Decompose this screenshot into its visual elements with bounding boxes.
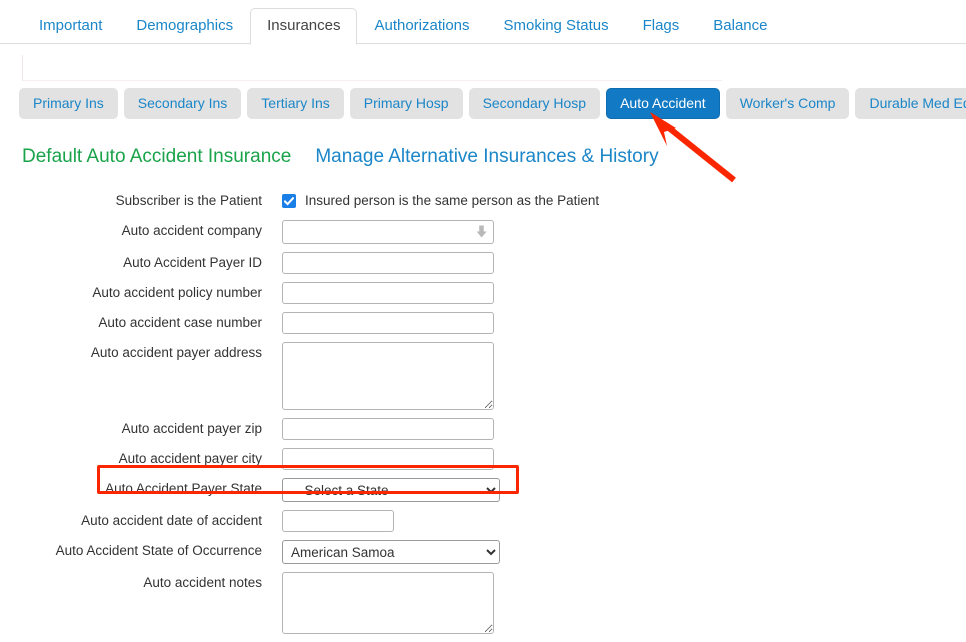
tab-authorizations[interactable]: Authorizations [357, 8, 486, 44]
row-subscriber-is-patient: Subscriber is the Patient Insured person… [0, 190, 966, 212]
manage-alternative-insurances-link[interactable]: Manage Alternative Insurances & History [315, 146, 658, 168]
tab-smoking-status[interactable]: Smoking Status [487, 8, 626, 44]
label-auto-accident-payer-id: Auto Accident Payer ID [123, 255, 262, 270]
subtab-tertiary-ins[interactable]: Tertiary Ins [247, 88, 344, 119]
row-auto-accident-date-of-accident: Auto accident date of accident [0, 510, 966, 532]
auto-accident-notes-textarea[interactable] [282, 572, 494, 634]
label-auto-accident-date-of-accident: Auto accident date of accident [81, 513, 262, 528]
row-auto-accident-company: Auto accident company [0, 220, 966, 244]
control-auto-accident-payer-zip [282, 418, 494, 440]
page-title: Default Auto Accident Insurance [22, 146, 292, 167]
control-auto-accident-notes [282, 572, 494, 634]
auto-accident-company-input[interactable] [282, 220, 494, 244]
row-auto-accident-payer-id: Auto Accident Payer ID [0, 252, 966, 274]
label-auto-accident-notes: Auto accident notes [143, 575, 262, 590]
subscriber-is-patient-checkbox[interactable] [282, 194, 296, 208]
label-auto-accident-case-number: Auto accident case number [98, 315, 262, 330]
row-auto-accident-payer-address: Auto accident payer address [0, 342, 966, 410]
label-auto-accident-payer-zip: Auto accident payer zip [121, 421, 262, 436]
label-auto-accident-policy-number: Auto accident policy number [92, 285, 262, 300]
subtab-workers-comp[interactable]: Worker's Comp [725, 88, 850, 119]
label-subscriber-is-patient: Subscriber is the Patient [115, 193, 262, 208]
insurance-subtab-bar: Primary Ins Secondary Ins Tertiary Ins P… [19, 88, 966, 119]
tab-important[interactable]: Important [22, 8, 119, 44]
control-auto-accident-company [282, 220, 494, 244]
auto-accident-company-combobox[interactable] [282, 220, 494, 244]
auto-accident-form: Subscriber is the Patient Insured person… [0, 190, 966, 642]
auto-accident-payer-city-input[interactable] [282, 448, 494, 470]
control-auto-accident-payer-state: —Select a State— [282, 478, 500, 502]
subscriber-is-patient-description: Insured person is the same person as the… [305, 193, 600, 208]
label-auto-accident-company: Auto accident company [121, 223, 262, 238]
label-auto-accident-payer-address: Auto accident payer address [90, 345, 262, 360]
auto-accident-state-of-occurrence-select[interactable]: American Samoa [282, 540, 500, 564]
row-auto-accident-policy-number: Auto accident policy number [0, 282, 966, 304]
tab-insurances[interactable]: Insurances [250, 8, 358, 45]
subtab-auto-accident[interactable]: Auto Accident [606, 88, 720, 119]
row-auto-accident-payer-city: Auto accident payer city [0, 448, 966, 470]
label-auto-accident-state-of-occurrence: Auto Accident State of Occurrence [55, 543, 262, 558]
primary-tab-bar: Important Demographics Insurances Author… [0, 0, 966, 45]
row-auto-accident-payer-state: Auto Accident Payer State —Select a Stat… [0, 478, 966, 502]
control-subscriber-is-patient: Insured person is the same person as the… [282, 190, 599, 212]
label-auto-accident-payer-state: Auto Accident Payer State [105, 481, 262, 496]
subtab-secondary-hosp[interactable]: Secondary Hosp [468, 88, 601, 119]
tab-demographics[interactable]: Demographics [119, 8, 250, 44]
subtab-primary-ins[interactable]: Primary Ins [19, 88, 118, 119]
auto-accident-payer-state-select[interactable]: —Select a State— [282, 478, 500, 502]
auto-accident-date-of-accident-input[interactable] [282, 510, 394, 532]
content-top-spacer [22, 55, 722, 81]
auto-accident-payer-address-textarea[interactable] [282, 342, 494, 410]
row-auto-accident-state-of-occurrence: Auto Accident State of Occurrence Americ… [0, 540, 966, 564]
check-icon [284, 197, 294, 206]
tab-balance[interactable]: Balance [696, 8, 784, 44]
row-auto-accident-notes: Auto accident notes [0, 572, 966, 634]
tab-flags[interactable]: Flags [626, 8, 697, 44]
control-auto-accident-date-of-accident [282, 510, 394, 532]
row-auto-accident-case-number: Auto accident case number [0, 312, 966, 334]
subtab-secondary-ins[interactable]: Secondary Ins [123, 88, 242, 119]
control-auto-accident-state-of-occurrence: American Samoa [282, 540, 500, 564]
section-headings: Default Auto Accident Insurance Manage A… [22, 146, 659, 168]
auto-accident-policy-number-input[interactable] [282, 282, 494, 304]
auto-accident-payer-zip-input[interactable] [282, 418, 494, 440]
auto-accident-payer-id-input[interactable] [282, 252, 494, 274]
auto-accident-case-number-input[interactable] [282, 312, 494, 334]
row-auto-accident-payer-zip: Auto accident payer zip [0, 418, 966, 440]
control-auto-accident-case-number [282, 312, 494, 334]
label-auto-accident-payer-city: Auto accident payer city [118, 451, 262, 466]
subtab-primary-hosp[interactable]: Primary Hosp [349, 88, 463, 119]
control-auto-accident-payer-city [282, 448, 494, 470]
subtab-durable-med-eqpt[interactable]: Durable Med Eqpt [855, 88, 966, 119]
control-auto-accident-policy-number [282, 282, 494, 304]
control-auto-accident-payer-address [282, 342, 494, 410]
control-auto-accident-payer-id [282, 252, 494, 274]
